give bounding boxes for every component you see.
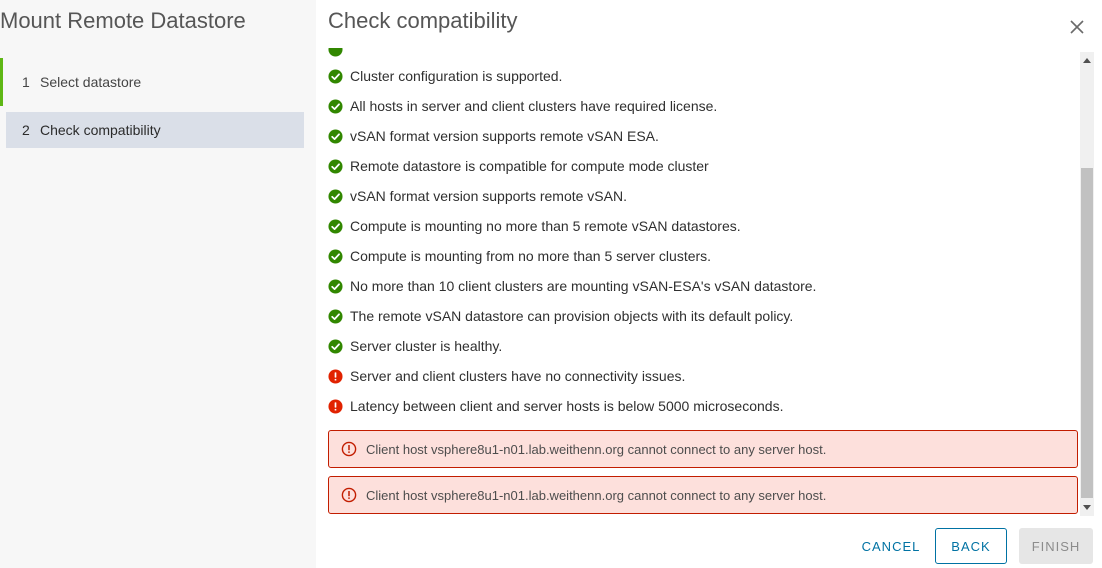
check-list: Cluster configuration is supported. All h… <box>328 61 1088 421</box>
check-item-text: Server and client clusters have no conne… <box>350 368 686 384</box>
check-item: No more than 10 client clusters are moun… <box>328 271 1088 301</box>
check-item: Compute is mounting no more than 5 remot… <box>328 211 1088 241</box>
check-item-text: The remote vSAN datastore can provision … <box>350 308 794 324</box>
scroll-down-arrow-icon[interactable] <box>1083 505 1091 510</box>
wizard-title: Mount Remote Datastore <box>0 8 246 33</box>
exclamation-circle-icon <box>341 441 357 457</box>
check-item-text: Compute is mounting no more than 5 remot… <box>350 218 741 234</box>
wizard-sidebar: Mount Remote Datastore 1 Select datastor… <box>0 0 316 568</box>
page-title: Check compatibility <box>328 8 518 33</box>
error-alert: Client host vsphere8u1-n01.lab.weithenn.… <box>328 430 1078 468</box>
close-button[interactable] <box>1064 14 1090 40</box>
check-item: All hosts in server and client clusters … <box>328 91 1088 121</box>
back-button[interactable]: BACK <box>935 528 1007 564</box>
check-item-text: vSAN format version supports remote vSAN… <box>350 188 627 204</box>
check-item: The remote vSAN datastore can provision … <box>328 301 1088 331</box>
check-item: vSAN format version supports remote vSAN… <box>328 181 1088 211</box>
check-item: Latency between client and server hosts … <box>328 391 1088 421</box>
scroll-up-arrow-icon[interactable] <box>1083 58 1091 63</box>
wizard-content: Check compatibility Cluster configuratio… <box>316 0 1102 568</box>
step-number: 2 <box>22 122 30 138</box>
step-label: Select datastore <box>40 74 142 90</box>
cancel-button[interactable]: CANCEL <box>838 528 944 564</box>
check-item-text: Compute is mounting from no more than 5 … <box>350 248 712 264</box>
check-circle-icon <box>328 218 343 234</box>
check-item-text: Cluster configuration is supported. <box>350 68 563 84</box>
step-label: Check compatibility <box>40 122 161 138</box>
check-item-text: vSAN format version supports remote vSAN… <box>350 128 659 144</box>
check-circle-icon <box>328 248 343 264</box>
finish-button[interactable]: FINISH <box>1019 528 1093 564</box>
alert-text: Client host vsphere8u1-n01.lab.weithenn.… <box>366 441 827 457</box>
scrollbar-thumb[interactable] <box>1081 168 1093 498</box>
check-item: Server cluster is healthy. <box>328 331 1088 361</box>
check-circle-icon <box>328 68 343 84</box>
error-alert: Client host vsphere8u1-n01.lab.weithenn.… <box>328 476 1078 514</box>
exclamation-circle-icon <box>341 487 357 503</box>
check-item: Cluster configuration is supported. <box>328 61 1088 91</box>
check-item: Compute is mounting from no more than 5 … <box>328 241 1088 271</box>
check-item-text: No more than 10 client clusters are moun… <box>350 278 817 294</box>
close-icon <box>1070 20 1084 34</box>
check-item: vSAN format version supports remote vSAN… <box>328 121 1088 151</box>
check-circle-icon <box>328 188 343 204</box>
check-circle-icon <box>328 278 343 294</box>
alert-text: Client host vsphere8u1-n01.lab.weithenn.… <box>366 487 827 503</box>
exclamation-circle-icon <box>328 368 343 384</box>
exclamation-circle-icon <box>328 398 343 414</box>
step-check-compatibility[interactable]: 2 Check compatibility <box>6 112 304 148</box>
check-item: Remote datastore is compatible for compu… <box>328 151 1088 181</box>
check-item-text: All hosts in server and client clusters … <box>350 98 718 114</box>
check-circle-icon <box>328 98 343 114</box>
check-item-text: Latency between client and server hosts … <box>350 398 784 414</box>
check-circle-icon <box>328 338 343 354</box>
check-circle-icon <box>328 128 343 144</box>
check-item-text: Remote datastore is compatible for compu… <box>350 158 709 174</box>
check-item-text: Server cluster is healthy. <box>350 338 503 354</box>
step-number: 1 <box>22 74 30 90</box>
compatibility-results[interactable]: Cluster configuration is supported. All h… <box>328 48 1094 516</box>
check-circle-icon <box>328 48 343 57</box>
check-circle-icon <box>328 158 343 174</box>
check-item: Server and client clusters have no conne… <box>328 361 1088 391</box>
check-circle-icon <box>328 308 343 324</box>
step-select-datastore[interactable]: 1 Select datastore <box>0 58 304 106</box>
vertical-scrollbar[interactable] <box>1080 52 1094 516</box>
